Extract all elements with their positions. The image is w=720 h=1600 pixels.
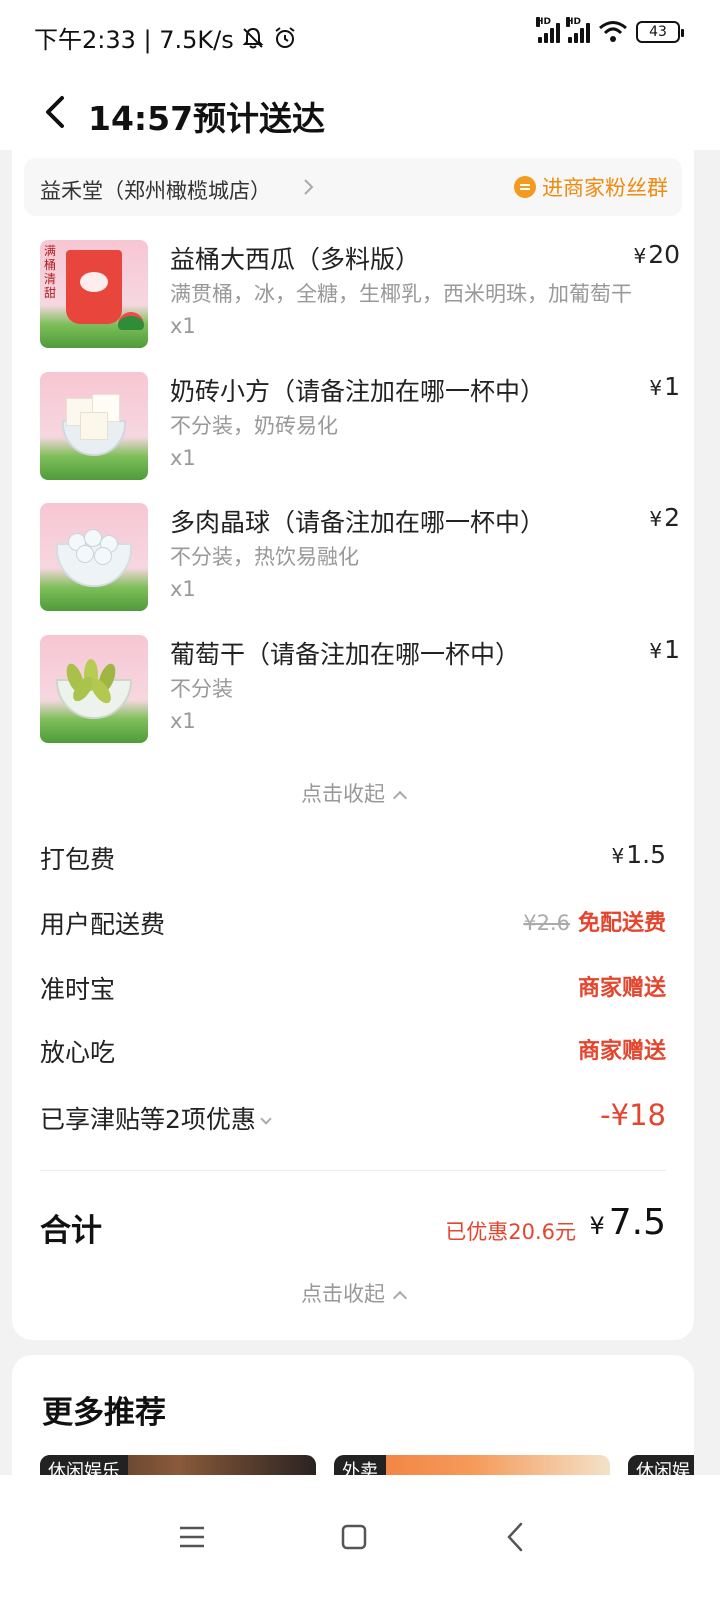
fee-value: 商家赠送	[577, 1039, 666, 1064]
total-saved: 已优惠20.6元	[445, 1220, 576, 1244]
status-right: HD HD 43	[536, 17, 684, 44]
item-thumbnail	[40, 503, 148, 611]
signal-2-icon: HD	[566, 17, 590, 43]
item-spec: 不分装，奶砖易化	[170, 414, 338, 438]
item-spec: 满贯桶，冰，全糖，生椰乳，西米明珠，加葡萄干	[170, 282, 632, 306]
divider	[40, 1170, 666, 1171]
fee-label: 放心吃	[40, 1038, 116, 1067]
item-thumbnail: 满桶清甜	[40, 240, 148, 348]
collapse-label: 点击收起	[301, 1282, 385, 1306]
item-qty: x1	[170, 577, 196, 601]
item-price: ¥20	[633, 240, 680, 269]
back-icon[interactable]	[486, 1507, 546, 1567]
thumb-caption: 满桶清甜	[44, 244, 57, 300]
collapse-items-button[interactable]: 点击收起	[12, 778, 694, 808]
system-nav-bar	[0, 1475, 720, 1600]
discount-toggle[interactable]: 已享津贴等2项优惠	[40, 1100, 272, 1136]
item-price: ¥1	[649, 635, 680, 664]
page-title: 14:57预计送达	[88, 99, 326, 138]
item-qty: x1	[170, 709, 196, 733]
home-icon[interactable]	[324, 1507, 384, 1567]
original-delivery-fee: ¥2.6	[523, 911, 570, 935]
recommend-title: 更多推荐	[42, 1395, 166, 1431]
total-label: 合计	[40, 1213, 102, 1249]
wifi-icon	[599, 21, 627, 42]
order-item[interactable]: 葡萄干（请备注加在哪一杯中） 不分装 x1 ¥1	[40, 635, 680, 747]
battery-icon: 43	[636, 21, 684, 43]
chevron-right-icon	[304, 179, 314, 195]
store-name[interactable]: 益禾堂（郑州橄榄城店）	[40, 175, 271, 205]
item-name: 葡萄干（请备注加在哪一杯中）	[170, 640, 521, 669]
order-item[interactable]: 多肉晶球（请备注加在哪一杯中） 不分装，热饮易融化 x1 ¥2	[40, 503, 680, 615]
fee-value: ¥1.5	[611, 840, 667, 869]
item-name: 益桶大西瓜（多料版）	[170, 245, 421, 274]
collapse-label: 点击收起	[301, 782, 385, 806]
recommend-card: 更多推荐 休闲娱乐 外卖 休闲娱乐	[12, 1355, 694, 1485]
item-name: 奶砖小方（请备注加在哪一杯中）	[170, 377, 546, 406]
chat-icon	[514, 176, 536, 198]
fee-row-discount[interactable]: 已享津贴等2项优惠 -¥18	[40, 1098, 666, 1140]
fans-group-button[interactable]: 进商家粉丝群	[514, 172, 668, 202]
fee-row-safe-eat: 放心吃 商家赠送	[40, 1033, 666, 1073]
status-bar: 下午2:33 | 7.5K/s HD HD 43	[0, 0, 720, 70]
fee-label: 准时宝	[40, 975, 116, 1004]
item-spec: 不分装	[170, 677, 233, 701]
status-left: 下午2:33 | 7.5K/s	[34, 20, 298, 55]
back-arrow-icon[interactable]	[38, 92, 74, 132]
fee-row-delivery: 用户配送费 ¥2.6 免配送费	[40, 905, 666, 945]
fee-row-packing: 打包费 ¥1.5	[40, 840, 666, 880]
order-card: 益禾堂（郑州橄榄城店） 进商家粉丝群 满桶清甜 益桶大西瓜（多料版） 满贯桶，冰…	[12, 150, 694, 1340]
free-delivery-label: 免配送费	[577, 911, 666, 936]
total-value: ¥7.5	[589, 1202, 666, 1243]
fee-label: 打包费	[40, 845, 116, 874]
order-item[interactable]: 奶砖小方（请备注加在哪一杯中） 不分装，奶砖易化 x1 ¥1	[40, 372, 680, 484]
store-row[interactable]: 益禾堂（郑州橄榄城店） 进商家粉丝群	[24, 158, 682, 216]
signal-1-icon: HD	[536, 17, 560, 43]
chevron-up-icon	[392, 1290, 408, 1306]
item-thumbnail	[40, 635, 148, 743]
fee-value: ¥2.6 免配送费	[523, 905, 666, 937]
fee-row-on-time: 准时宝 商家赠送	[40, 970, 666, 1010]
alarm-icon	[275, 26, 295, 48]
item-qty: x1	[170, 314, 196, 338]
item-price: ¥2	[649, 503, 680, 532]
item-thumbnail	[40, 372, 148, 480]
collapse-summary-button[interactable]: 点击收起	[12, 1278, 694, 1308]
fans-group-label: 进商家粉丝群	[542, 176, 668, 200]
discount-value: -¥18	[600, 1098, 666, 1132]
item-price: ¥1	[649, 372, 680, 401]
item-spec: 不分装，热饮易融化	[170, 545, 359, 569]
chevron-up-icon	[392, 790, 408, 806]
fee-value: 商家赠送	[577, 976, 666, 1001]
bell-off-icon	[242, 27, 264, 48]
menu-icon[interactable]	[162, 1507, 222, 1567]
chevron-down-icon	[260, 1113, 272, 1125]
item-qty: x1	[170, 446, 196, 470]
fee-label: 用户配送费	[40, 910, 166, 939]
order-item[interactable]: 满桶清甜 益桶大西瓜（多料版） 满贯桶，冰，全糖，生椰乳，西米明珠，加葡萄干 x…	[40, 240, 680, 352]
battery-level: 43	[649, 24, 667, 40]
status-time-speed: 下午2:33 | 7.5K/s	[34, 26, 234, 54]
header: 14:57预计送达	[0, 70, 720, 150]
item-name: 多肉晶球（请备注加在哪一杯中）	[170, 508, 546, 537]
